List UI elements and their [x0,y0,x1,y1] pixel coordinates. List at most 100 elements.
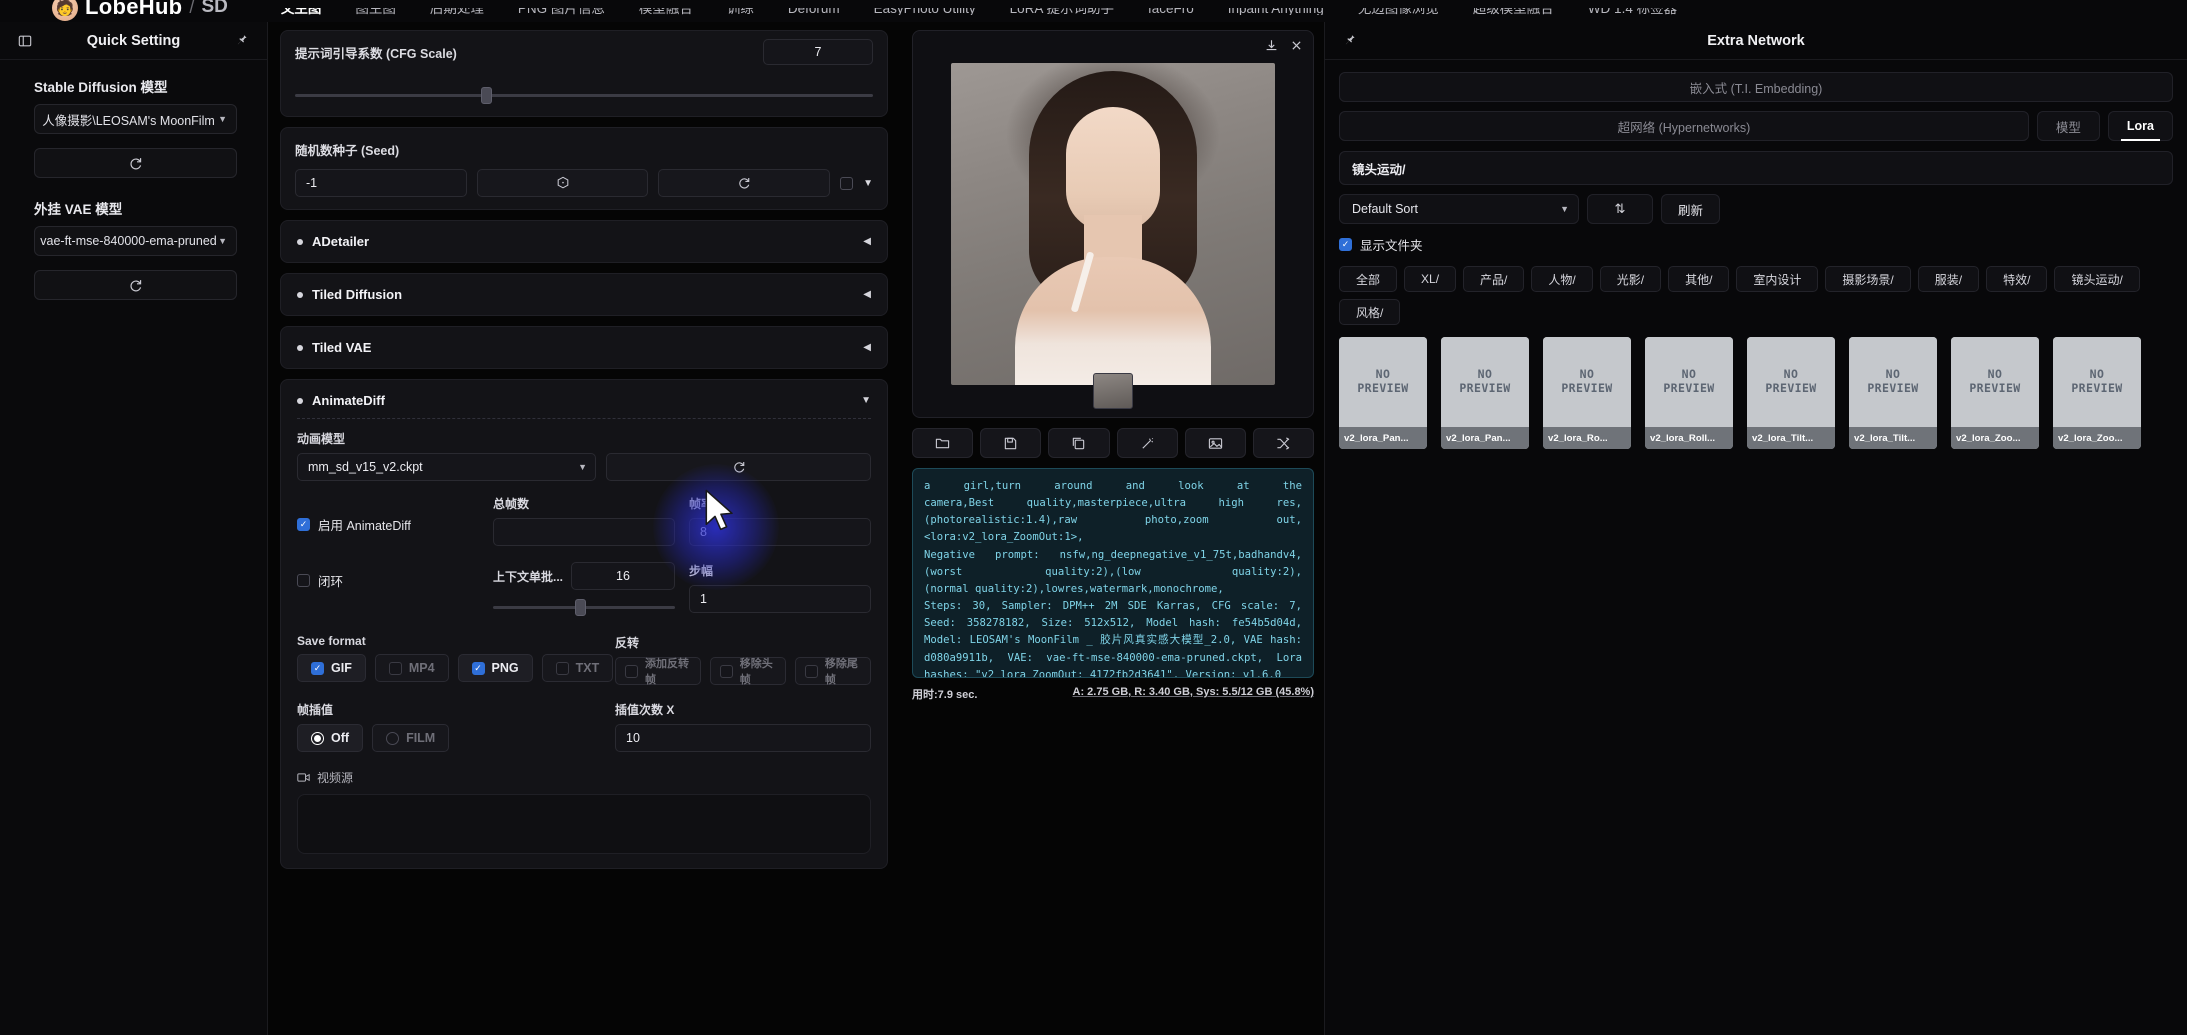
lora-card-6[interactable]: NO PREVIEW v2_lora_Zoo... [1951,337,2039,449]
close-icon[interactable] [1290,39,1303,55]
lora-card-7[interactable]: NO PREVIEW v2_lora_Zoo... [2053,337,2141,449]
extra-network-tag-4[interactable]: 光影/ [1599,266,1662,292]
extra-network-tag-7[interactable]: 摄影场景/ [1825,266,1911,292]
show-folder-row[interactable]: ✓ 显示文件夹 [1339,235,2173,254]
pin-icon[interactable] [1339,30,1361,52]
extra-network-tag-10[interactable]: 镜头运动/ [2054,266,2140,292]
refresh-icon[interactable] [34,148,237,178]
refresh-icon[interactable] [34,270,237,300]
sort-select[interactable]: Default Sort ▼ [1339,194,1579,224]
cfg-scale-value[interactable]: 7 [763,39,873,65]
context-slider-knob[interactable] [575,598,587,616]
top-nav-tab-0[interactable]: 文生图 [264,8,339,15]
reverse-checkbox[interactable] [625,664,638,678]
top-nav-tab-3[interactable]: PNG 图片信息 [501,8,622,15]
extra-network-tag-8[interactable]: 服装/ [1917,266,1980,292]
animatediff-model-refresh-icon[interactable] [606,453,871,481]
top-nav-tab-4[interactable]: 模型融合 [622,8,710,15]
top-nav-tab-12[interactable]: 超级模型融合 [1456,8,1571,15]
enable-animatediff-row[interactable]: ✓ 启用 AnimateDiff [297,513,479,535]
video-source-row[interactable]: 视频源 [297,766,871,788]
format-button-txt[interactable]: TXT [541,654,614,682]
format-checkbox[interactable]: ✓ [311,661,324,675]
interp-x-input[interactable]: 10 [615,724,871,752]
total-frames-input[interactable] [493,518,675,546]
extra-network-tag-6[interactable]: 室内设计 [1736,266,1819,292]
dice-icon[interactable] [476,169,649,197]
seed-input[interactable]: -1 [295,169,467,197]
extra-network-tag-2[interactable]: 产品/ [1463,266,1525,292]
save-button[interactable] [980,428,1042,458]
animatediff-model-select[interactable]: mm_sd_v15_v2.ckpt ▼ [297,453,596,481]
seed-extra-checkbox[interactable] [840,176,854,190]
reverse-option-1[interactable]: 移除头帧 [709,657,786,686]
cfg-slider-knob[interactable] [480,86,492,104]
context-batch-slider[interactable] [493,598,675,616]
pin-icon[interactable] [231,30,253,52]
extra-network-tab-2[interactable]: Lora [2107,111,2173,141]
recycle-icon[interactable] [658,169,831,197]
extra-network-tag-5[interactable]: 其他/ [1668,266,1730,292]
quick-setting-select-1[interactable]: vae-ft-mse-840000-ema-pruned ▼ [34,226,237,256]
chevron-left-icon[interactable]: ◀ [863,236,871,247]
extra-network-tab-1[interactable]: 模型 [2036,111,2100,141]
tab-embedding[interactable]: 嵌入式 (T.I. Embedding) [1339,72,2173,102]
reverse-checkbox[interactable] [804,664,818,678]
reverse-option-2[interactable]: 移除尾帧 [794,657,872,686]
top-nav-tab-6[interactable]: Deforum [771,8,857,15]
closed-loop-row[interactable]: 闭环 [297,569,479,591]
send-to-img2img-button[interactable] [1184,428,1246,458]
fps-input[interactable]: 8 [689,518,871,546]
panel-toggle-icon[interactable] [14,30,36,52]
refresh-button[interactable]: 刷新 [1661,194,1721,224]
top-nav-tab-13[interactable]: WD 1.4 标签器 [1571,8,1694,15]
interp-option-film[interactable]: FILM [372,724,450,752]
enable-animatediff-checkbox[interactable]: ✓ [297,517,310,531]
top-nav-tab-2[interactable]: 后期处理 [413,8,501,15]
top-nav-tab-5[interactable]: 训练 [710,8,771,15]
format-button-gif[interactable]: ✓ GIF [297,654,366,682]
lora-card-5[interactable]: NO PREVIEW v2_lora_Tilt... [1849,337,1937,449]
open-folder-button[interactable] [912,428,974,458]
top-nav-tab-9[interactable]: faceFro [1131,8,1211,15]
chevron-down-icon[interactable]: ▼ [863,178,873,189]
extra-network-tag-3[interactable]: 人物/ [1531,266,1593,292]
top-nav-tab-8[interactable]: LoRA 提示词助手 [993,8,1131,15]
extra-network-tag-9[interactable]: 特效/ [1986,266,2048,292]
closed-loop-checkbox[interactable] [297,573,310,587]
accordion-tiled-diffusion[interactable]: Tiled Diffusion ◀ [280,273,888,316]
format-checkbox[interactable] [555,661,569,675]
lora-card-3[interactable]: NO PREVIEW v2_lora_Roll... [1645,337,1733,449]
extra-network-tag-0[interactable]: 全部 [1339,266,1398,292]
extra-network-tab-0[interactable]: 超网络 (Hypernetworks) [1339,111,2029,141]
quick-setting-select-0[interactable]: 人像摄影\LEOSAM's MoonFilm ▼ [34,104,237,134]
top-nav-tab-11[interactable]: 无边图像浏览 [1341,8,1456,15]
send-to-extras-button[interactable] [1252,428,1315,458]
top-nav-tab-10[interactable]: Inpaint Anything [1211,8,1341,15]
format-checkbox[interactable] [388,661,402,675]
sort-arrows-icon[interactable]: ⇅ [1587,194,1653,224]
reverse-option-0[interactable]: 添加反转帧 [615,657,701,686]
chevron-left-icon[interactable]: ◀ [863,342,871,353]
top-nav-tab-1[interactable]: 图生图 [338,8,413,15]
context-batch-input[interactable]: 16 [571,562,675,590]
show-folder-checkbox[interactable]: ✓ [1339,238,1352,251]
thumbnail-item[interactable] [1093,373,1133,409]
download-icon[interactable] [1265,39,1278,55]
lora-card-2[interactable]: NO PREVIEW v2_lora_Ro... [1543,337,1631,449]
send-to-txt2img-button[interactable] [1116,428,1178,458]
format-checkbox[interactable]: ✓ [471,661,485,675]
top-nav-tab-7[interactable]: EasyPhoto Utility [857,8,993,15]
generation-info-text[interactable]: a girl,turn around and look at the camer… [912,468,1314,678]
lora-card-4[interactable]: NO PREVIEW v2_lora_Tilt... [1747,337,1835,449]
stride-input[interactable]: 1 [689,585,871,613]
interp-radio[interactable] [311,731,324,745]
lora-card-1[interactable]: NO PREVIEW v2_lora_Pan... [1441,337,1529,449]
reverse-checkbox[interactable] [719,664,733,678]
format-button-png[interactable]: ✓ PNG [457,654,533,682]
extra-network-search-input[interactable]: 镜头运动/ [1339,151,2173,185]
format-button-mp4[interactable]: MP4 [374,654,449,682]
video-source-dropzone[interactable] [297,794,871,854]
copy-button[interactable] [1048,428,1110,458]
chevron-left-icon[interactable]: ◀ [863,289,871,300]
